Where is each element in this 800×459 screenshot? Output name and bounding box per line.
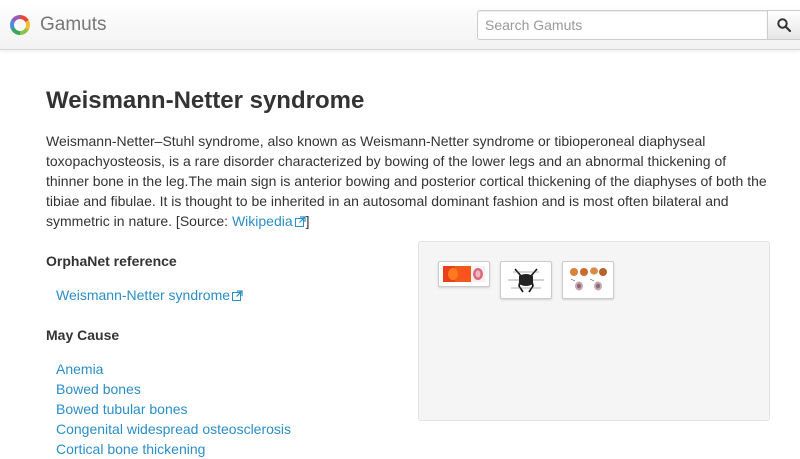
cause-link[interactable]: Bowed bones bbox=[56, 381, 141, 397]
may-cause-list: Anemia Bowed bones Bowed tubular bones C… bbox=[56, 359, 291, 459]
orphanet-heading: OrphaNet reference bbox=[46, 253, 177, 269]
search-button[interactable] bbox=[767, 10, 800, 40]
search-icon bbox=[777, 18, 791, 32]
list-item: Cortical bone thickening bbox=[56, 439, 291, 459]
page-title: Weismann-Netter syndrome bbox=[46, 87, 365, 114]
cause-link[interactable]: Bowed tubular bones bbox=[56, 401, 188, 417]
wikipedia-link[interactable]: Wikipedia bbox=[232, 213, 306, 229]
wikipedia-link-label: Wikipedia bbox=[231, 213, 293, 229]
orphanet-link[interactable]: Weismann-Netter syndrome bbox=[56, 285, 243, 305]
cause-link[interactable]: Congenital widespread osteosclerosis bbox=[56, 421, 291, 437]
description: Weismann-Netter–Stuhl syndrome, also kno… bbox=[46, 131, 772, 231]
image-thumbnail-icon bbox=[443, 266, 485, 282]
search-input[interactable] bbox=[477, 10, 768, 40]
description-text: Weismann-Netter–Stuhl syndrome, also kno… bbox=[46, 133, 767, 229]
image-thumbnail-3[interactable] bbox=[562, 261, 614, 299]
external-link-icon bbox=[232, 290, 243, 301]
may-cause-heading: May Cause bbox=[46, 327, 120, 343]
gamuts-logo-icon bbox=[10, 15, 30, 35]
image-thumbnail-icon bbox=[505, 266, 547, 294]
orphanet-link-label: Weismann-Netter syndrome bbox=[56, 287, 231, 303]
brand-link[interactable]: Gamuts bbox=[10, 14, 107, 36]
image-gallery-panel bbox=[418, 241, 770, 421]
image-thumbnail-icon bbox=[567, 266, 609, 294]
list-item: Bowed tubular bones bbox=[56, 399, 291, 419]
cause-link[interactable]: Cortical bone thickening bbox=[56, 441, 205, 457]
list-item: Bowed bones bbox=[56, 379, 291, 399]
navbar: Gamuts bbox=[0, 0, 800, 50]
brand-name: Gamuts bbox=[40, 14, 107, 35]
list-item: Anemia bbox=[56, 359, 291, 379]
list-item: Congenital widespread osteosclerosis bbox=[56, 419, 291, 439]
image-thumbnail-1[interactable] bbox=[438, 261, 490, 287]
cause-link[interactable]: Anemia bbox=[56, 361, 103, 377]
external-link-icon bbox=[294, 216, 306, 227]
source-close: ] bbox=[305, 213, 310, 229]
image-thumbnail-2[interactable] bbox=[500, 261, 552, 299]
